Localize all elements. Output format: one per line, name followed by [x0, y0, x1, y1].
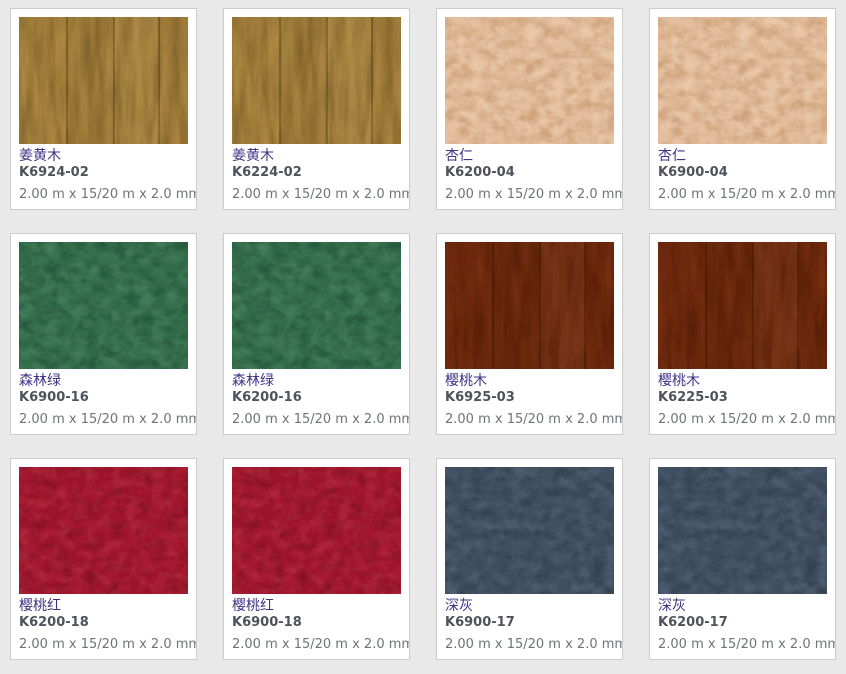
product-code: K6200-16: [232, 390, 401, 406]
product-card[interactable]: 森林绿 K6900-16 2.00 m x 15/20 m x 2.0 mm: [10, 233, 197, 435]
product-code: K6224-02: [232, 165, 401, 181]
product-swatch-image: [19, 242, 188, 369]
product-swatch-image: [445, 242, 614, 369]
product-name-link[interactable]: 樱桃木: [445, 373, 614, 390]
product-name-link[interactable]: 姜黄木: [19, 148, 188, 165]
product-grid: 姜黄木 K6924-02 2.00 m x 15/20 m x 2.0 mm 姜…: [0, 0, 846, 674]
product-dimensions: 2.00 m x 15/20 m x 2.0 mm: [19, 412, 188, 428]
product-swatch-image: [232, 242, 401, 369]
product-card[interactable]: 深灰 K6200-17 2.00 m x 15/20 m x 2.0 mm: [649, 458, 836, 660]
product-code: K6900-16: [19, 390, 188, 406]
product-dimensions: 2.00 m x 15/20 m x 2.0 mm: [445, 187, 614, 203]
product-name-link[interactable]: 杏仁: [445, 148, 614, 165]
product-swatch-image: [19, 467, 188, 594]
product-swatch-image: [232, 467, 401, 594]
product-name-link[interactable]: 森林绿: [19, 373, 188, 390]
product-dimensions: 2.00 m x 15/20 m x 2.0 mm: [19, 187, 188, 203]
product-card[interactable]: 姜黄木 K6224-02 2.00 m x 15/20 m x 2.0 mm: [223, 8, 410, 210]
product-name-link[interactable]: 樱桃红: [232, 598, 401, 615]
product-code: K6200-17: [658, 615, 827, 631]
product-swatch-image: [232, 17, 401, 144]
product-dimensions: 2.00 m x 15/20 m x 2.0 mm: [232, 187, 401, 203]
product-name-link[interactable]: 深灰: [445, 598, 614, 615]
product-card[interactable]: 深灰 K6900-17 2.00 m x 15/20 m x 2.0 mm: [436, 458, 623, 660]
product-card[interactable]: 樱桃木 K6225-03 2.00 m x 15/20 m x 2.0 mm: [649, 233, 836, 435]
product-code: K6225-03: [658, 390, 827, 406]
product-card[interactable]: 杏仁 K6200-04 2.00 m x 15/20 m x 2.0 mm: [436, 8, 623, 210]
product-swatch-image: [658, 17, 827, 144]
product-code: K6900-18: [232, 615, 401, 631]
product-dimensions: 2.00 m x 15/20 m x 2.0 mm: [658, 412, 827, 428]
product-name-link[interactable]: 樱桃木: [658, 373, 827, 390]
product-swatch-image: [445, 17, 614, 144]
product-code: K6925-03: [445, 390, 614, 406]
product-swatch-image: [445, 467, 614, 594]
product-name-link[interactable]: 深灰: [658, 598, 827, 615]
product-card[interactable]: 樱桃红 K6900-18 2.00 m x 15/20 m x 2.0 mm: [223, 458, 410, 660]
product-code: K6200-04: [445, 165, 614, 181]
product-card[interactable]: 森林绿 K6200-16 2.00 m x 15/20 m x 2.0 mm: [223, 233, 410, 435]
product-dimensions: 2.00 m x 15/20 m x 2.0 mm: [232, 637, 401, 653]
product-card[interactable]: 杏仁 K6900-04 2.00 m x 15/20 m x 2.0 mm: [649, 8, 836, 210]
product-dimensions: 2.00 m x 15/20 m x 2.0 mm: [658, 187, 827, 203]
product-card[interactable]: 姜黄木 K6924-02 2.00 m x 15/20 m x 2.0 mm: [10, 8, 197, 210]
product-dimensions: 2.00 m x 15/20 m x 2.0 mm: [445, 637, 614, 653]
product-card[interactable]: 樱桃木 K6925-03 2.00 m x 15/20 m x 2.0 mm: [436, 233, 623, 435]
product-code: K6924-02: [19, 165, 188, 181]
product-dimensions: 2.00 m x 15/20 m x 2.0 mm: [19, 637, 188, 653]
product-dimensions: 2.00 m x 15/20 m x 2.0 mm: [232, 412, 401, 428]
product-dimensions: 2.00 m x 15/20 m x 2.0 mm: [445, 412, 614, 428]
product-card[interactable]: 樱桃红 K6200-18 2.00 m x 15/20 m x 2.0 mm: [10, 458, 197, 660]
product-code: K6200-18: [19, 615, 188, 631]
product-swatch-image: [658, 467, 827, 594]
product-name-link[interactable]: 杏仁: [658, 148, 827, 165]
product-code: K6900-17: [445, 615, 614, 631]
product-swatch-image: [19, 17, 188, 144]
product-name-link[interactable]: 森林绿: [232, 373, 401, 390]
product-code: K6900-04: [658, 165, 827, 181]
product-name-link[interactable]: 樱桃红: [19, 598, 188, 615]
product-name-link[interactable]: 姜黄木: [232, 148, 401, 165]
product-swatch-image: [658, 242, 827, 369]
product-dimensions: 2.00 m x 15/20 m x 2.0 mm: [658, 637, 827, 653]
